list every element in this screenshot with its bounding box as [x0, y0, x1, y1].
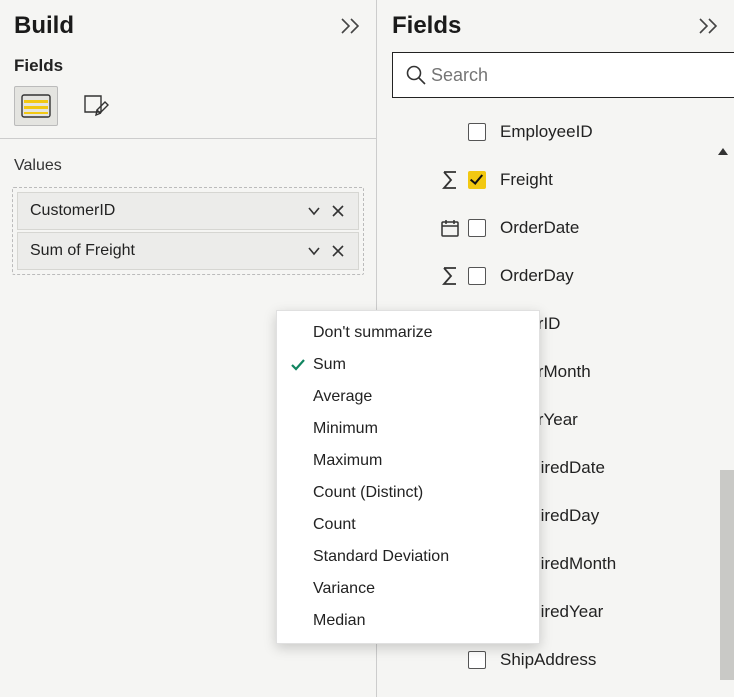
values-label: Values — [0, 139, 376, 183]
sigma-icon — [432, 266, 468, 286]
chevron-down-icon[interactable] — [302, 199, 326, 223]
menu-item[interactable]: Variance — [277, 573, 539, 605]
collapse-build-icon[interactable] — [340, 17, 362, 35]
menu-item[interactable]: Count (Distinct) — [277, 477, 539, 509]
menu-item[interactable]: Minimum — [277, 413, 539, 445]
field-checkbox[interactable] — [468, 267, 486, 285]
fields-header: Fields — [378, 0, 734, 46]
menu-item-label: Variance — [313, 580, 375, 598]
scrollbar-thumb[interactable] — [720, 470, 734, 680]
field-checkbox[interactable] — [468, 219, 486, 237]
menu-item-label: Minimum — [313, 420, 378, 438]
build-title: Build — [14, 12, 74, 40]
chevron-down-icon[interactable] — [302, 239, 326, 263]
search-input[interactable] — [431, 65, 734, 86]
menu-item[interactable]: Count — [277, 509, 539, 541]
field-label: OrderDate — [500, 218, 579, 238]
sketch-visual-button[interactable] — [74, 86, 118, 126]
sigma-icon — [432, 170, 468, 190]
field-row[interactable]: Freight — [378, 156, 734, 204]
table-visual-button[interactable] — [14, 86, 58, 126]
remove-chip-icon[interactable] — [326, 239, 350, 263]
field-checkbox[interactable] — [468, 123, 486, 141]
aggregation-menu: Don't summarize Sum Average Minimum Maximum C… — [276, 310, 540, 644]
field-row[interactable]: OrderDay — [378, 252, 734, 300]
field-checkbox[interactable] — [468, 171, 486, 189]
value-chip-label: Sum of Freight — [26, 242, 302, 260]
field-row[interactable]: OrderDate — [378, 204, 734, 252]
menu-item[interactable]: Average — [277, 381, 539, 413]
field-label: Freight — [500, 170, 553, 190]
collapse-fields-icon[interactable] — [698, 17, 720, 35]
search-box[interactable] — [392, 52, 734, 98]
menu-item-label: Don't summarize — [313, 324, 433, 342]
menu-item[interactable]: Median — [277, 605, 539, 637]
menu-item-label: Median — [313, 612, 365, 630]
remove-chip-icon[interactable] — [326, 199, 350, 223]
build-fields-label: Fields — [0, 46, 376, 82]
value-chip[interactable]: CustomerID — [17, 192, 359, 230]
menu-item-label: Standard Deviation — [313, 548, 449, 566]
menu-item[interactable]: Don't summarize — [277, 317, 539, 349]
field-label: OrderDay — [500, 266, 574, 286]
menu-item[interactable]: Sum — [277, 349, 539, 381]
field-checkbox[interactable] — [468, 651, 486, 669]
check-icon — [289, 356, 313, 374]
menu-item-label: Maximum — [313, 452, 382, 470]
field-row[interactable]: EmployeeID — [378, 108, 734, 156]
value-chip-label: CustomerID — [26, 202, 302, 220]
menu-item[interactable]: Maximum — [277, 445, 539, 477]
menu-item[interactable]: Standard Deviation — [277, 541, 539, 573]
menu-item-label: Count (Distinct) — [313, 484, 423, 502]
menu-item-label: Sum — [313, 356, 346, 374]
fields-title: Fields — [392, 12, 461, 40]
build-header: Build — [0, 0, 376, 46]
menu-item-label: Average — [313, 388, 372, 406]
value-chip[interactable]: Sum of Freight — [17, 232, 359, 270]
values-well[interactable]: CustomerID Sum of Freight — [12, 187, 364, 275]
calendar-icon — [432, 218, 468, 238]
search-icon — [405, 64, 431, 86]
menu-item-label: Count — [313, 516, 356, 534]
field-label: ShipAddress — [500, 650, 596, 670]
field-label: EmployeeID — [500, 122, 593, 142]
build-toolbar — [0, 82, 376, 139]
